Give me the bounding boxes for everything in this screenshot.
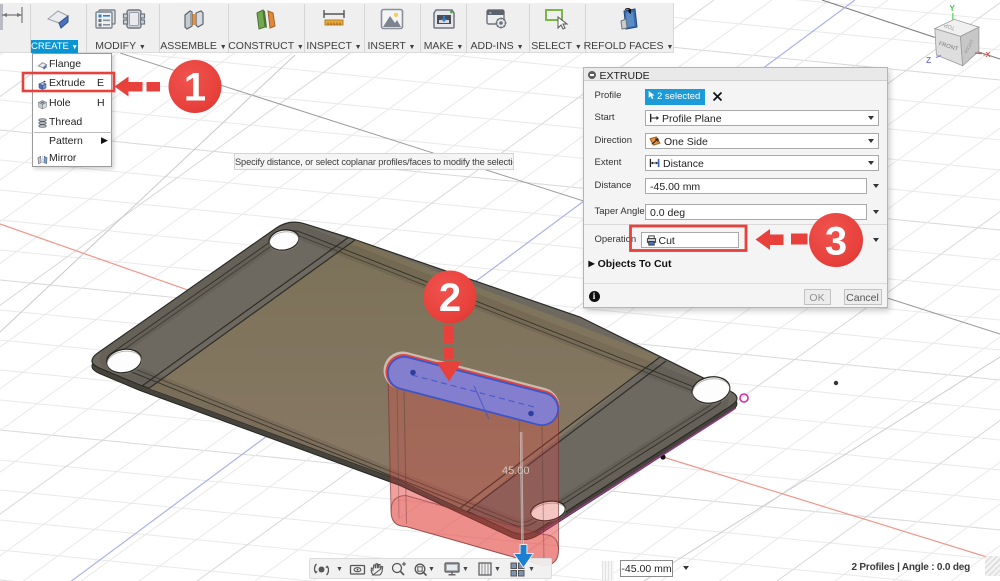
svg-text:>_: >_ xyxy=(489,11,495,16)
svg-text:-X: -X xyxy=(983,50,991,59)
svg-text:Z: Z xyxy=(926,55,931,65)
svg-text:45.00: 45.00 xyxy=(502,465,530,477)
svg-text:Y: Y xyxy=(950,4,956,13)
svg-text:2: 2 xyxy=(439,276,461,320)
